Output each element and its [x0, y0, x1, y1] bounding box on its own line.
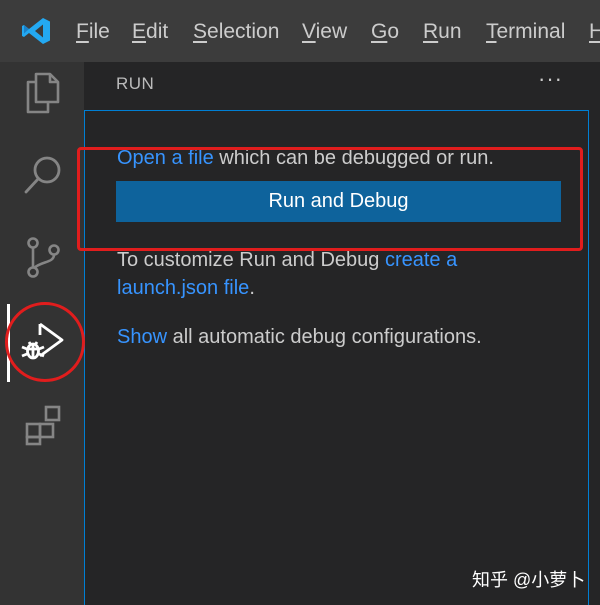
menu-help[interactable]: H [589, 19, 600, 45]
menu-view[interactable]: View [302, 19, 347, 45]
files-icon[interactable] [20, 70, 66, 116]
extensions-icon[interactable] [20, 402, 66, 448]
vscode-logo-icon [22, 18, 50, 44]
customize-message-line2: launch.json file. [117, 277, 255, 299]
menu-selection[interactable]: Selection [193, 19, 279, 45]
menu-file[interactable]: File [76, 19, 110, 45]
run-sidebar: RUN ··· Open a file which can be debugge… [84, 62, 600, 605]
show-configurations-message: Show all automatic debug configurations. [117, 326, 482, 348]
menu-terminal[interactable]: Terminal [486, 19, 565, 45]
source-control-icon[interactable] [20, 234, 66, 280]
watermark: 知乎 @小萝卜 [472, 570, 586, 590]
menu-go[interactable]: Go [371, 19, 399, 45]
sidebar-header: RUN ··· [84, 62, 600, 110]
annotation-rectangle [77, 147, 583, 251]
create-launch-link[interactable]: create a [385, 249, 457, 271]
show-link[interactable]: Show [117, 326, 167, 348]
vscode-window: File Edit Selection View Go Run Terminal… [0, 0, 600, 605]
annotation-circle [5, 302, 85, 382]
launch-json-link[interactable]: launch.json file [117, 277, 249, 299]
search-icon[interactable] [20, 152, 66, 198]
menu-edit[interactable]: Edit [132, 19, 168, 45]
sidebar-title: RUN [116, 74, 155, 93]
menu-run[interactable]: Run [423, 19, 462, 45]
more-actions-icon[interactable]: ··· [538, 66, 563, 92]
menu-bar: File Edit Selection View Go Run Terminal… [0, 0, 600, 62]
